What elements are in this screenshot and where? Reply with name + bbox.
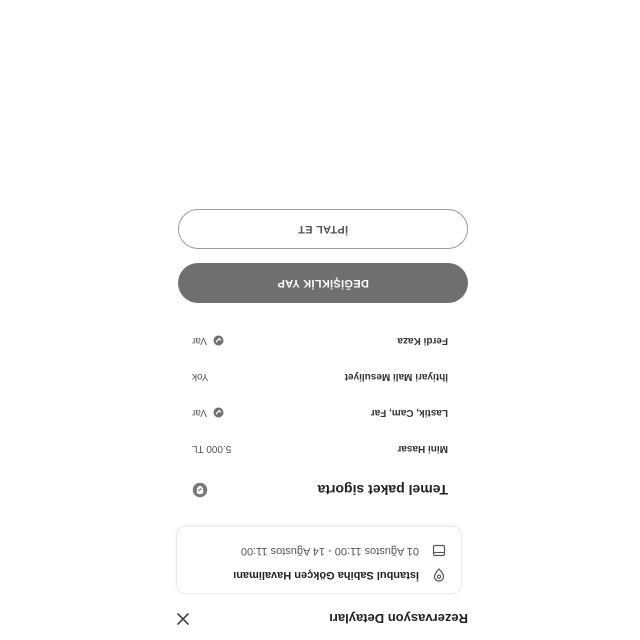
- insurance-item-label: Ferdi Kaza: [397, 335, 448, 346]
- shield-icon: [192, 482, 208, 498]
- modify-reservation-button[interactable]: DEĞİŞİKLİK YAP: [178, 263, 468, 303]
- insurance-item-value-text: 5.000 TL: [192, 443, 232, 454]
- pickup-location: İstanbul Sabiha Gökçen Havalimanı: [233, 569, 419, 581]
- close-button[interactable]: [172, 608, 194, 630]
- insurance-item-value-text: Var: [192, 407, 207, 418]
- cancel-reservation-button[interactable]: İPTAL ET: [178, 209, 468, 249]
- insurance-title-row: Temel paket sigorta: [172, 476, 468, 500]
- sheet-header: Rezervasyon Detayları: [172, 606, 468, 640]
- check-circle-icon: [213, 335, 224, 346]
- check-circle-icon: [213, 407, 224, 418]
- insurance-item-value: Yok: [192, 371, 208, 382]
- insurance-item-value-text: Yok: [192, 371, 209, 382]
- location-row: İstanbul Sabiha Gökçen Havalimanı: [233, 567, 447, 583]
- dates-row: 01 Ağustos 11:00 - 14 Ağustos 11:00: [241, 543, 447, 559]
- reservation-details-sheet: Rezervasyon Detayları İstanbul Sabiha Gö…: [172, 0, 468, 640]
- insurance-item: Mini Hasar 5.000 TL: [192, 440, 448, 456]
- insurance-item: Lastik, Cam, Far Var: [192, 404, 448, 420]
- rental-dates: 01 Ağustos 11:00 - 14 Ağustos 11:00: [240, 545, 419, 557]
- insurance-item-label: Lastik, Cam, Far: [370, 407, 448, 418]
- sheet-title: Rezervasyon Detayları: [329, 611, 468, 626]
- screen: Rezervasyon Detayları İstanbul Sabiha Gö…: [0, 0, 640, 640]
- insurance-item-value: Var: [192, 407, 224, 418]
- location-pin-icon: [431, 567, 447, 583]
- insurance-item-value: Var: [192, 335, 224, 346]
- close-icon: [175, 611, 191, 627]
- insurance-item: İhtiyari Mali Mesuliyet Yok: [192, 368, 448, 384]
- insurance-item: Ferdi Kaza Var: [192, 332, 448, 348]
- calendar-icon: [431, 543, 447, 559]
- insurance-item-value-text: Var: [192, 335, 207, 346]
- insurance-item-label: İhtiyari Mali Mesuliyet: [344, 371, 448, 382]
- trip-summary-card: İstanbul Sabiha Gökçen Havalimanı 01 Ağu…: [176, 526, 462, 594]
- insurance-item-value: 5.000 TL: [192, 443, 231, 454]
- insurance-title: Temel paket sigorta: [317, 482, 448, 498]
- insurance-item-label: Mini Hasar: [397, 443, 448, 454]
